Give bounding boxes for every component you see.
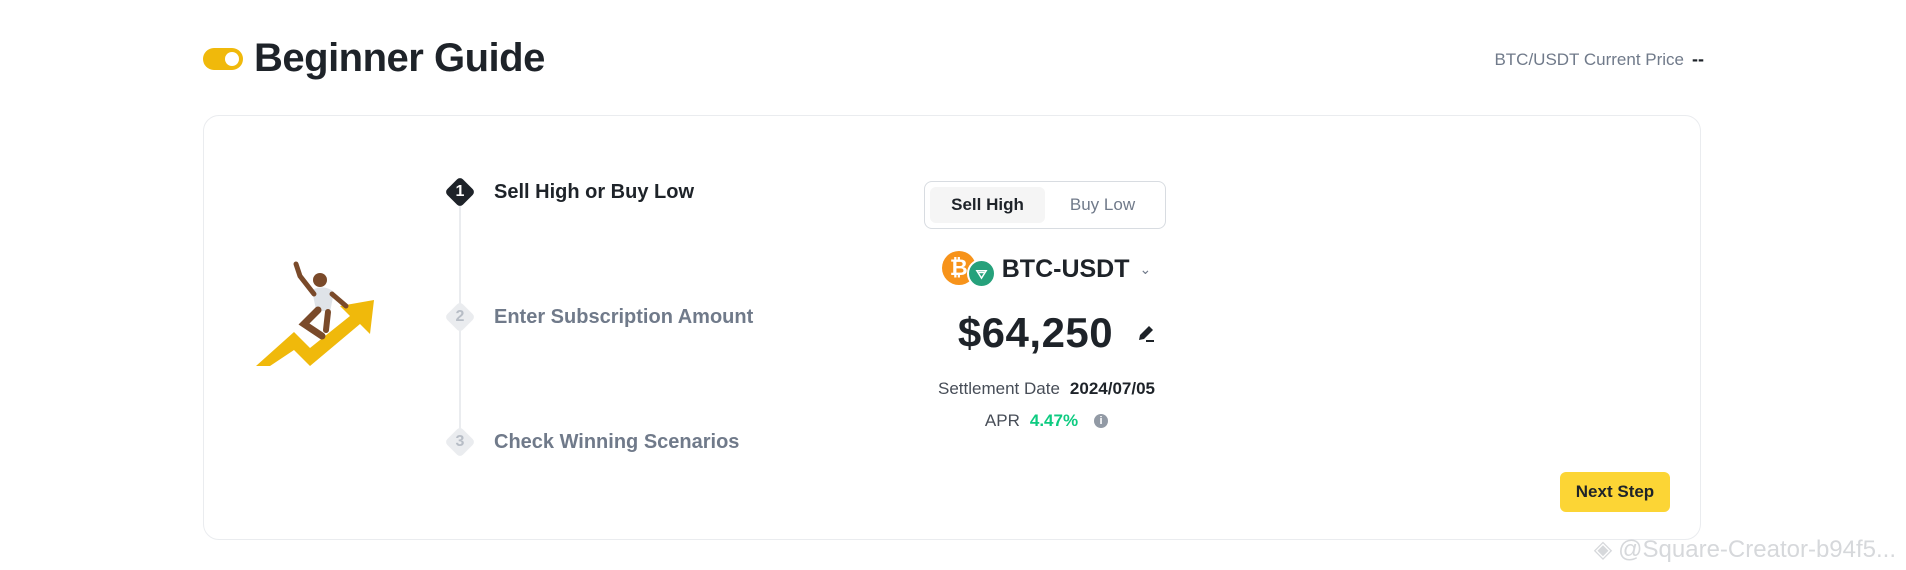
sell-high-button[interactable]: Sell High <box>930 187 1045 223</box>
steps-list: 1 Sell High or Buy Low 2 Enter Subscript… <box>444 176 864 476</box>
step-3[interactable]: 3 Check Winning Scenarios <box>444 426 739 458</box>
watermark-logo-icon: ◈ <box>1593 536 1613 563</box>
settlement-date-row: Settlement Date 2024/07/05 <box>924 379 1169 399</box>
step-1[interactable]: 1 Sell High or Buy Low <box>444 176 694 208</box>
settlement-date-value: 2024/07/05 <box>1069 379 1155 398</box>
page-title: Beginner Guide <box>254 36 545 80</box>
direction-toggle: Sell High Buy Low <box>924 181 1166 229</box>
next-step-button[interactable]: Next Step <box>1560 472 1670 512</box>
current-price-value: -- <box>1692 49 1704 69</box>
growth-illustration <box>256 261 374 366</box>
settlement-date-label: Settlement Date <box>938 379 1060 398</box>
step-2-label: Enter Subscription Amount <box>494 305 754 328</box>
strike-price: $64,250 <box>924 309 1169 357</box>
step-1-badge: 1 <box>444 176 476 208</box>
pair-icons: ₿ <box>941 251 996 288</box>
info-icon[interactable]: i <box>1094 414 1109 428</box>
step-1-label: Sell High or Buy Low <box>494 180 695 203</box>
pair-selector[interactable]: ₿ BTC-USDT ⌄ <box>924 251 1169 288</box>
step-2-badge: 2 <box>444 301 476 333</box>
step-3-badge: 3 <box>444 426 476 458</box>
guide-card: 1 Sell High or Buy Low 2 Enter Subscript… <box>203 115 1701 540</box>
apr-row: APR 4.47% i <box>924 411 1169 431</box>
edit-icon[interactable] <box>1135 322 1157 344</box>
subscription-form: Sell High Buy Low ₿ BTC-USDT ⌄ $64,250 S… <box>924 181 1169 431</box>
watermark: ◈ @Square-Creator-b94f5... <box>1594 535 1896 564</box>
apr-label: APR <box>984 411 1020 430</box>
toggle-icon <box>203 47 243 70</box>
watermark-text: @Square-Creator-b94f5... <box>1618 535 1896 563</box>
strike-price-value: $64,250 <box>957 309 1114 356</box>
current-price-label: BTC/USDT Current Price <box>1494 49 1684 69</box>
step-3-label: Check Winning Scenarios <box>494 430 740 453</box>
buy-low-button[interactable]: Buy Low <box>1045 187 1160 223</box>
tether-icon <box>966 259 996 288</box>
current-price: BTC/USDT Current Price -- <box>1494 49 1704 70</box>
chevron-down-icon: ⌄ <box>1139 260 1152 277</box>
pair-name: BTC-USDT <box>1001 254 1130 283</box>
header: Beginner Guide <box>203 36 545 81</box>
step-2[interactable]: 2 Enter Subscription Amount <box>444 301 753 333</box>
apr-value: 4.47% <box>1029 411 1079 430</box>
